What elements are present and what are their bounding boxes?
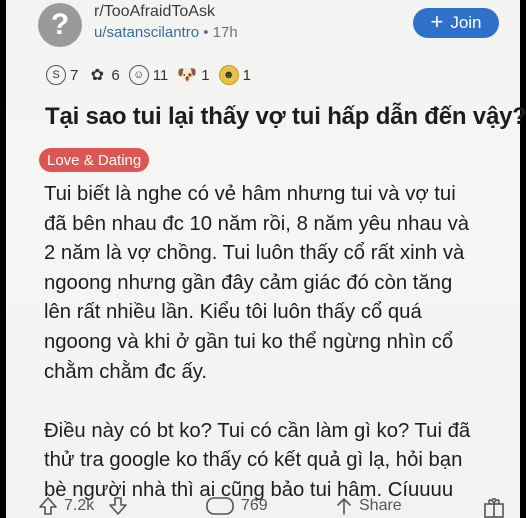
- author-link[interactable]: u/satanscilantro: [94, 24, 199, 41]
- downvote-icon[interactable]: [108, 496, 128, 516]
- post-meta: u/satanscilantro • 17h: [94, 24, 238, 41]
- award-helpful[interactable]: ✿ 6: [87, 65, 120, 85]
- subreddit-avatar[interactable]: ?: [38, 3, 82, 47]
- share-icon: [337, 498, 351, 515]
- dog-award-icon: 🐶: [177, 67, 198, 84]
- post-flair[interactable]: Love & Dating: [39, 148, 150, 172]
- award-count: 11: [152, 66, 169, 84]
- upvote-count: 7.2k: [64, 497, 95, 514]
- paragraph-break: [44, 387, 518, 417]
- body-line: 2 năm là vợ chồng. Tui luôn thấy cổ rất …: [44, 242, 465, 265]
- join-label: Join: [450, 13, 482, 32]
- awards-bar[interactable]: S 7 ✿ 6 ☺ 11 🐶 1 ☻ 1: [46, 63, 260, 87]
- left-edge: [0, 0, 6, 518]
- question-mark-icon: ?: [50, 8, 70, 41]
- body-line: thử tra google ko thấy có kết quả gì lạ,…: [44, 449, 463, 472]
- wholesome-award-icon: ☺: [128, 65, 149, 85]
- award-wholesome[interactable]: ☺ 11: [128, 65, 169, 85]
- comment-icon: [206, 497, 234, 515]
- award-silver[interactable]: S 7: [46, 65, 78, 85]
- award-count: 1: [201, 66, 210, 84]
- meta-separator: •: [203, 24, 209, 41]
- upvote-group[interactable]: 7.2k: [38, 496, 128, 516]
- post-body: Tui biết là nghe có vẻ hâm nhưng tui và …: [44, 180, 518, 506]
- gold-award-icon: ☻: [218, 65, 239, 85]
- share-button[interactable]: Share: [335, 496, 402, 516]
- right-edge: [520, 0, 526, 518]
- award-count: 1: [242, 66, 251, 84]
- post-actions: 7.2k 769 Share: [30, 492, 520, 518]
- body-line: ngoong và khi ở gần tui ko thể ngừng nhì…: [44, 330, 454, 353]
- body-line: đã bên nhau đc 10 năm rồi, 8 năm yêu nha…: [44, 212, 470, 235]
- comment-count: 769: [241, 497, 268, 514]
- reddit-post-screen: ? r/TooAfraidToAsk u/satanscilantro • 17…: [0, 0, 526, 518]
- award-gold[interactable]: ☻ 1: [218, 65, 251, 85]
- award-dog[interactable]: 🐶 1: [177, 65, 209, 85]
- body-line: Tui biết là nghe có vẻ hâm nhưng tui và …: [44, 183, 456, 205]
- subreddit-name[interactable]: r/TooAfraidToAsk: [94, 3, 215, 21]
- post-title[interactable]: Tại sao tui lại thấy vợ tui hấp dẫn đến …: [45, 103, 526, 131]
- upvote-icon[interactable]: [38, 496, 58, 516]
- join-button[interactable]: + Join: [413, 8, 499, 38]
- gift-icon: [484, 498, 504, 518]
- share-label: Share: [359, 497, 402, 514]
- award-count: 7: [70, 66, 79, 84]
- award-count: 6: [111, 66, 120, 84]
- body-line: chằm chằm đc ấy.: [44, 360, 208, 383]
- body-line: ngoong nhưng gần đây cảm giác đó còn tăn…: [44, 271, 453, 294]
- body-line: lên rất nhiều lần. Kiểu tôi luôn thấy cổ…: [44, 301, 422, 324]
- award-button[interactable]: [482, 496, 506, 518]
- post-age: 17h: [212, 24, 238, 41]
- body-line: Điều này có bt ko? Tui có cần làm gì ko?…: [44, 419, 471, 442]
- silver-award-icon: S: [46, 65, 66, 85]
- helpful-award-icon: ✿: [90, 67, 105, 84]
- plus-icon: +: [430, 9, 444, 34]
- comments-button[interactable]: 769: [205, 496, 268, 516]
